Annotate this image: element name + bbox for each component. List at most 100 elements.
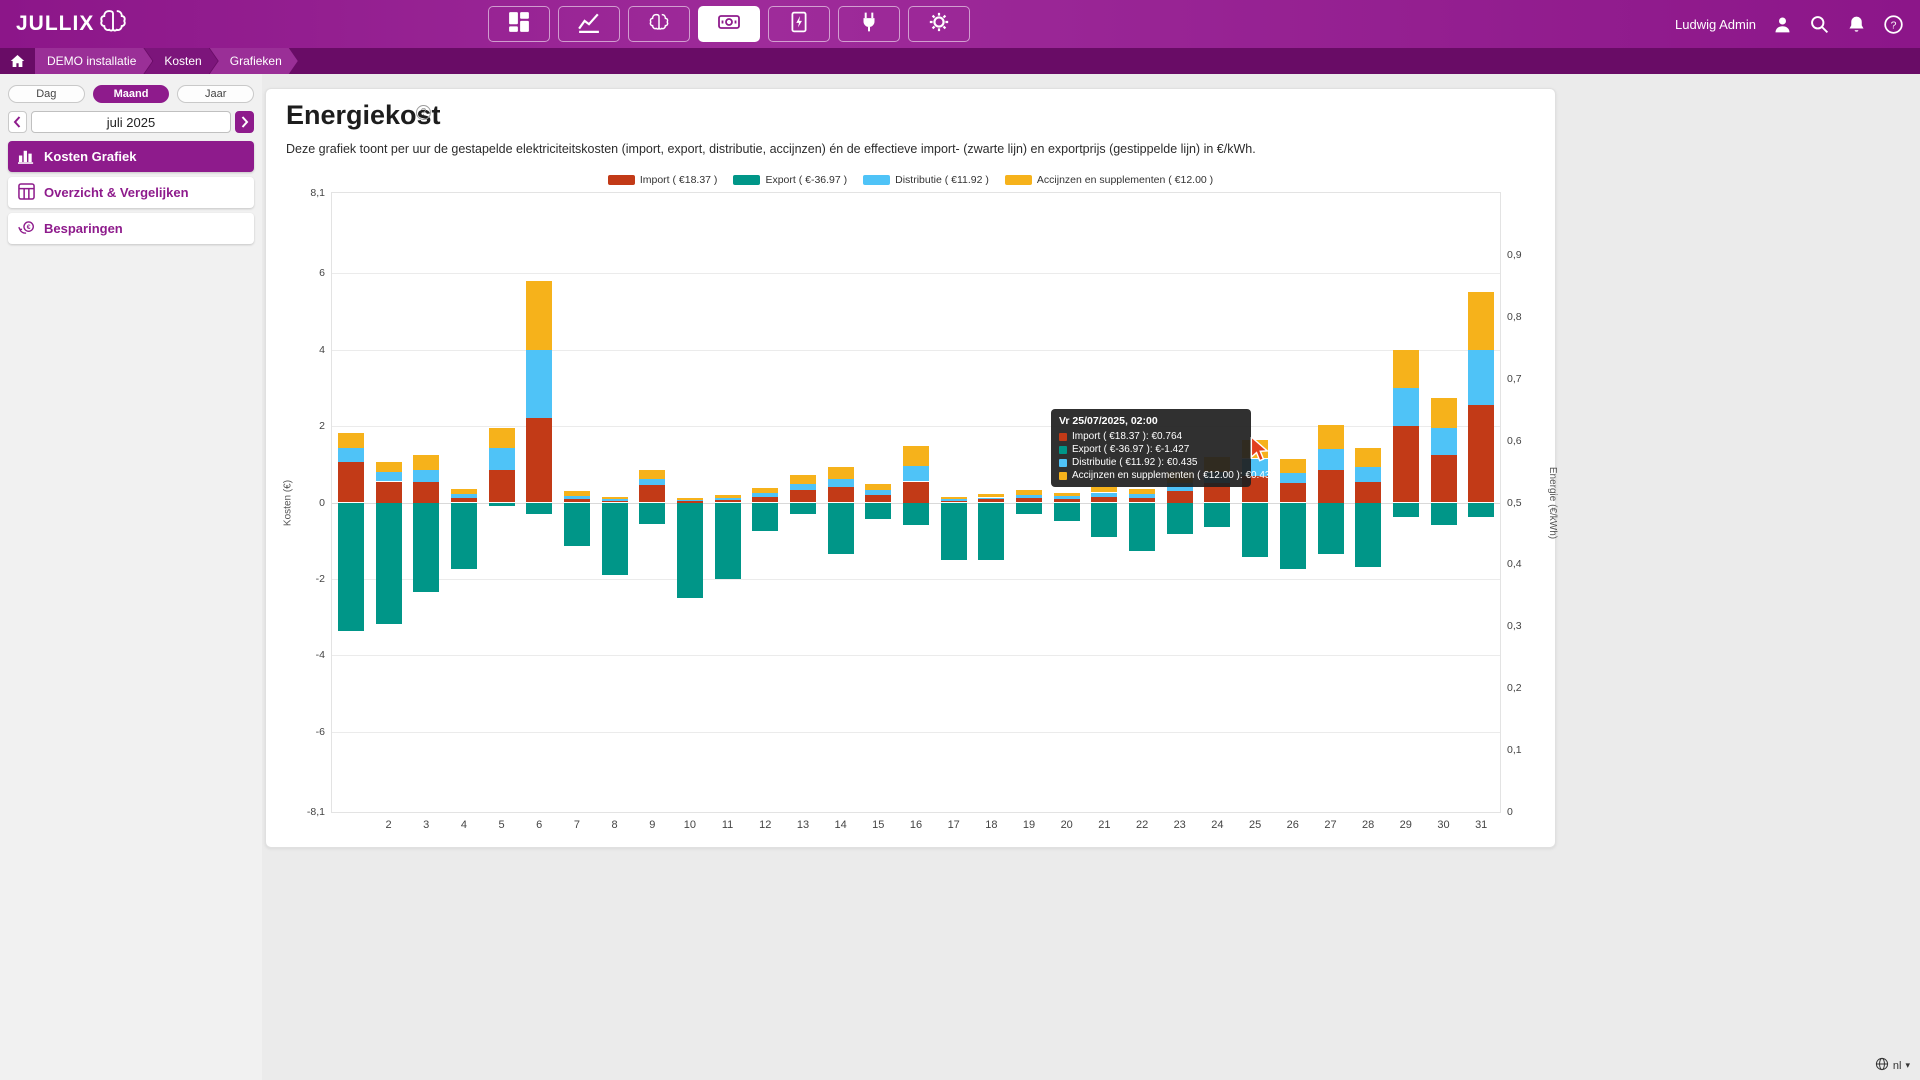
legend-item[interactable]: Export ( €-36.97 ) [733, 174, 847, 186]
nav-settings-button[interactable] [908, 6, 970, 42]
bar-segment[interactable] [790, 503, 816, 515]
bar-segment[interactable] [1468, 350, 1494, 405]
next-period-button[interactable] [235, 111, 254, 133]
bar-segment[interactable] [413, 482, 439, 503]
bar-segment[interactable] [1431, 503, 1457, 526]
bar-segment[interactable] [602, 497, 628, 499]
breadcrumb-item-installation[interactable]: DEMO installatie [35, 48, 152, 74]
notifications-icon[interactable] [1846, 14, 1867, 35]
bar-segment[interactable] [413, 503, 439, 592]
bar-segment[interactable] [564, 503, 590, 547]
bar-segment[interactable] [1167, 491, 1193, 503]
nav-dashboard-button[interactable] [488, 6, 550, 42]
bar-segment[interactable] [1129, 494, 1155, 498]
sidebar-item-kosten-grafiek[interactable]: Kosten Grafiek [8, 141, 254, 172]
bar-segment[interactable] [828, 479, 854, 487]
nav-plug-button[interactable] [838, 6, 900, 42]
bar-segment[interactable] [1054, 503, 1080, 521]
bar-segment[interactable] [677, 503, 703, 598]
bar-segment[interactable] [1280, 459, 1306, 473]
bar-segment[interactable] [828, 503, 854, 555]
bar-segment[interactable] [526, 503, 552, 514]
tab-year[interactable]: Jaar [177, 85, 254, 103]
legend-item[interactable]: Accijnzen en supplementen ( €12.00 ) [1005, 174, 1213, 186]
bar-segment[interactable] [413, 455, 439, 470]
bar-segment[interactable] [941, 497, 967, 499]
bar-segment[interactable] [790, 475, 816, 485]
bar-segment[interactable] [1167, 503, 1193, 534]
bar-segment[interactable] [1280, 473, 1306, 484]
bar-segment[interactable] [413, 470, 439, 482]
prev-period-button[interactable] [8, 111, 27, 133]
bar-segment[interactable] [376, 472, 402, 482]
nav-charts-button[interactable] [558, 6, 620, 42]
bar-segment[interactable] [715, 495, 741, 498]
bar-segment[interactable] [1393, 350, 1419, 388]
bar-segment[interactable] [639, 479, 665, 485]
bar-segment[interactable] [451, 489, 477, 494]
bar-segment[interactable] [1280, 503, 1306, 570]
bar-segment[interactable] [752, 488, 778, 493]
breadcrumb-item-graphs[interactable]: Grafieken [210, 48, 298, 74]
bar-segment[interactable] [1355, 482, 1381, 503]
bar-segment[interactable] [715, 503, 741, 579]
bar-segment[interactable] [1431, 455, 1457, 503]
nav-charging-button[interactable] [768, 6, 830, 42]
bar-segment[interactable] [752, 493, 778, 497]
bar-segment[interactable] [941, 499, 967, 501]
bar-segment[interactable] [865, 503, 891, 520]
bar-segment[interactable] [1318, 503, 1344, 555]
user-icon[interactable] [1772, 14, 1793, 35]
bar-segment[interactable] [828, 487, 854, 502]
bar-segment[interactable] [1393, 388, 1419, 426]
sidebar-item-overzicht-vergelijken[interactable]: Overzicht & Vergelijken [8, 177, 254, 208]
bar-segment[interactable] [790, 490, 816, 502]
tab-month[interactable]: Maand [93, 85, 170, 103]
bar-segment[interactable] [639, 485, 665, 502]
bar-segment[interactable] [1091, 487, 1117, 492]
nav-ai-button[interactable] [628, 6, 690, 42]
bar-segment[interactable] [338, 448, 364, 462]
bar-segment[interactable] [451, 494, 477, 498]
bar-segment[interactable] [1016, 503, 1042, 515]
bar-segment[interactable] [677, 500, 703, 501]
bar-segment[interactable] [978, 503, 1004, 561]
language-selector[interactable]: nl ▾ [1875, 1057, 1910, 1074]
bar-segment[interactable] [715, 498, 741, 500]
bar-segment[interactable] [564, 491, 590, 496]
bar-segment[interactable] [1468, 503, 1494, 518]
bar-segment[interactable] [1016, 490, 1042, 495]
bar-segment[interactable] [376, 462, 402, 472]
bar-segment[interactable] [526, 281, 552, 349]
bar-segment[interactable] [1318, 470, 1344, 503]
bar-segment[interactable] [903, 482, 929, 503]
bar-segment[interactable] [602, 499, 628, 501]
bar-segment[interactable] [1016, 495, 1042, 498]
bar-segment[interactable] [865, 484, 891, 491]
bar-segment[interactable] [564, 496, 590, 499]
bar-segment[interactable] [338, 503, 364, 631]
bar-segment[interactable] [602, 503, 628, 576]
bar-segment[interactable] [1355, 448, 1381, 467]
bar-segment[interactable] [1129, 489, 1155, 494]
bar-segment[interactable] [526, 418, 552, 502]
bar-segment[interactable] [1393, 503, 1419, 518]
bar-segment[interactable] [489, 503, 515, 506]
nav-costs-button[interactable] [698, 6, 760, 42]
bar-segment[interactable] [338, 462, 364, 502]
sidebar-item-besparingen[interactable]: € Besparingen [8, 213, 254, 244]
title-help-icon[interactable]: ? [416, 105, 431, 120]
bar-segment[interactable] [1355, 503, 1381, 568]
bar-segment[interactable] [338, 433, 364, 448]
legend-item[interactable]: Import ( €18.37 ) [608, 174, 718, 186]
help-icon[interactable]: ? [1883, 14, 1904, 35]
bar-segment[interactable] [677, 498, 703, 500]
bar-segment[interactable] [489, 428, 515, 448]
breadcrumb-item-costs[interactable]: Kosten [144, 48, 217, 74]
bar-segment[interactable] [1468, 405, 1494, 502]
bar-segment[interactable] [1318, 425, 1344, 449]
bar-segment[interactable] [1054, 493, 1080, 496]
tab-day[interactable]: Dag [8, 85, 85, 103]
bar-segment[interactable] [1204, 503, 1230, 528]
bar-segment[interactable] [1091, 503, 1117, 538]
